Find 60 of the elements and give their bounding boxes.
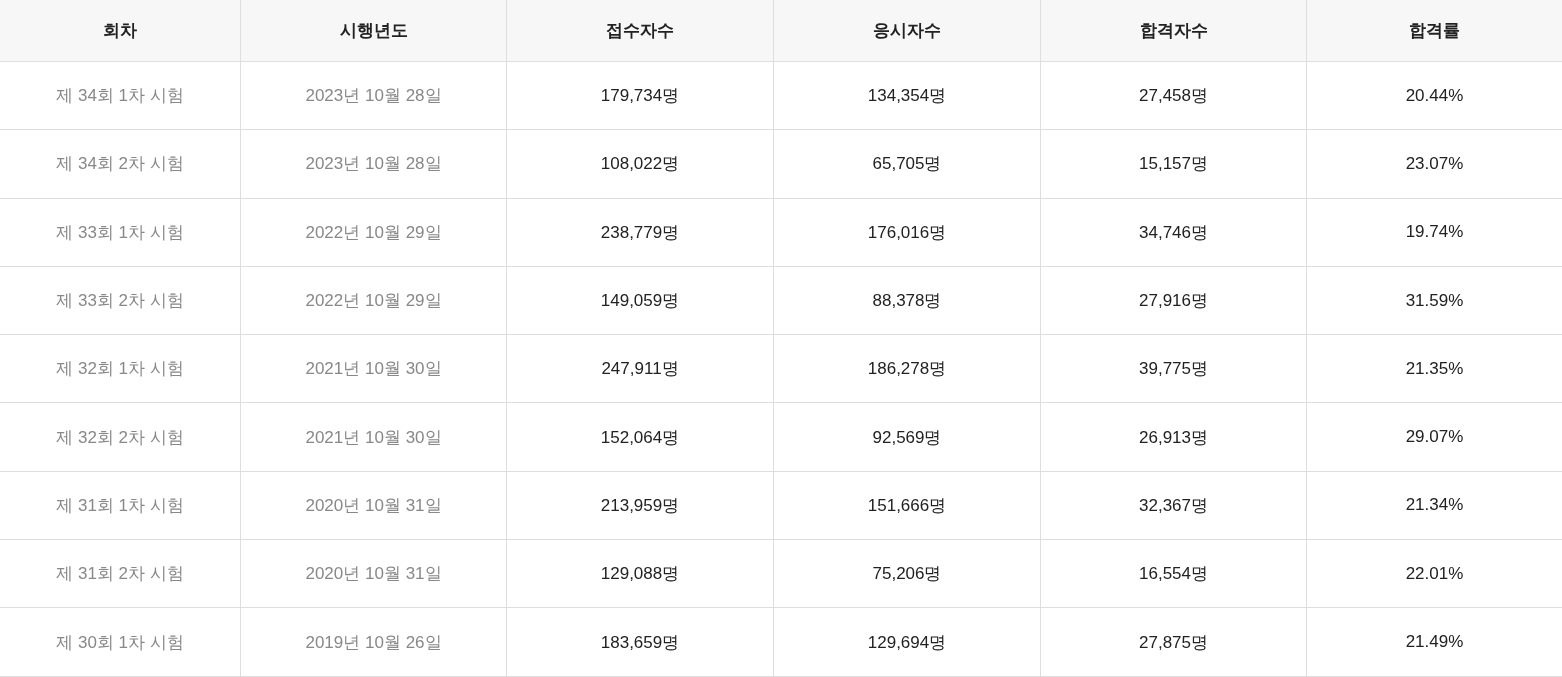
table-cell: 22.01% — [1306, 540, 1562, 609]
table-cell: 제 31회 2차 시험 — [0, 540, 240, 609]
table-cell: 149,059명 — [506, 266, 773, 336]
table-cell: 19.74% — [1306, 198, 1562, 267]
table-cell: 213,959명 — [506, 471, 773, 541]
table-cell: 제 34회 1차 시험 — [0, 62, 240, 131]
table-cell: 제 33회 1차 시험 — [0, 198, 240, 267]
table-cell: 92,569명 — [773, 403, 1040, 472]
table-cell: 183,659명 — [506, 608, 773, 677]
table-cell: 31.59% — [1306, 266, 1562, 336]
table-cell: 27,875명 — [1040, 608, 1306, 677]
table-cell: 247,911명 — [506, 335, 773, 404]
column-header: 시행년도 — [240, 0, 506, 62]
table-cell: 2020년 10월 31일 — [240, 471, 506, 541]
column-header: 회차 — [0, 0, 240, 62]
table-cell: 15,157명 — [1040, 130, 1306, 199]
table-cell: 34,746명 — [1040, 198, 1306, 267]
table-cell: 2020년 10월 31일 — [240, 540, 506, 609]
column-header: 접수자수 — [506, 0, 773, 62]
table-cell: 129,694명 — [773, 608, 1040, 677]
table-cell: 108,022명 — [506, 130, 773, 199]
table-cell: 2022년 10월 29일 — [240, 266, 506, 336]
table-cell: 16,554명 — [1040, 540, 1306, 609]
table-cell: 129,088명 — [506, 540, 773, 609]
table-cell: 제 30회 1차 시험 — [0, 608, 240, 677]
table-cell: 65,705명 — [773, 130, 1040, 199]
table-cell: 2021년 10월 30일 — [240, 403, 506, 472]
table-cell: 2021년 10월 30일 — [240, 335, 506, 404]
table-cell: 23.07% — [1306, 130, 1562, 199]
table-cell: 238,779명 — [506, 198, 773, 267]
table-cell: 제 32회 2차 시험 — [0, 403, 240, 472]
table-cell: 제 34회 2차 시험 — [0, 130, 240, 199]
column-header: 합격자수 — [1040, 0, 1306, 62]
table-cell: 39,775명 — [1040, 335, 1306, 404]
table-cell: 152,064명 — [506, 403, 773, 472]
table-cell: 21.49% — [1306, 608, 1562, 677]
table-cell: 88,378명 — [773, 266, 1040, 336]
table-cell: 제 32회 1차 시험 — [0, 335, 240, 404]
table-cell: 제 31회 1차 시험 — [0, 471, 240, 541]
table-cell: 21.35% — [1306, 335, 1562, 404]
table-cell: 2019년 10월 26일 — [240, 608, 506, 677]
table-cell: 75,206명 — [773, 540, 1040, 609]
table-cell: 20.44% — [1306, 62, 1562, 131]
table-cell: 29.07% — [1306, 403, 1562, 472]
table-cell: 제 33회 2차 시험 — [0, 266, 240, 336]
table-cell: 27,458명 — [1040, 62, 1306, 131]
table-cell: 2023년 10월 28일 — [240, 130, 506, 199]
table-cell: 134,354명 — [773, 62, 1040, 131]
table-cell: 179,734명 — [506, 62, 773, 131]
table-cell: 27,916명 — [1040, 266, 1306, 336]
table-cell: 2023년 10월 28일 — [240, 62, 506, 131]
table-cell: 186,278명 — [773, 335, 1040, 404]
table-cell: 32,367명 — [1040, 471, 1306, 541]
table-cell: 176,016명 — [773, 198, 1040, 267]
column-header: 합격률 — [1306, 0, 1562, 62]
table-cell: 151,666명 — [773, 471, 1040, 541]
table-cell: 26,913명 — [1040, 403, 1306, 472]
table-cell: 21.34% — [1306, 471, 1562, 541]
column-header: 응시자수 — [773, 0, 1040, 62]
table-cell: 2022년 10월 29일 — [240, 198, 506, 267]
